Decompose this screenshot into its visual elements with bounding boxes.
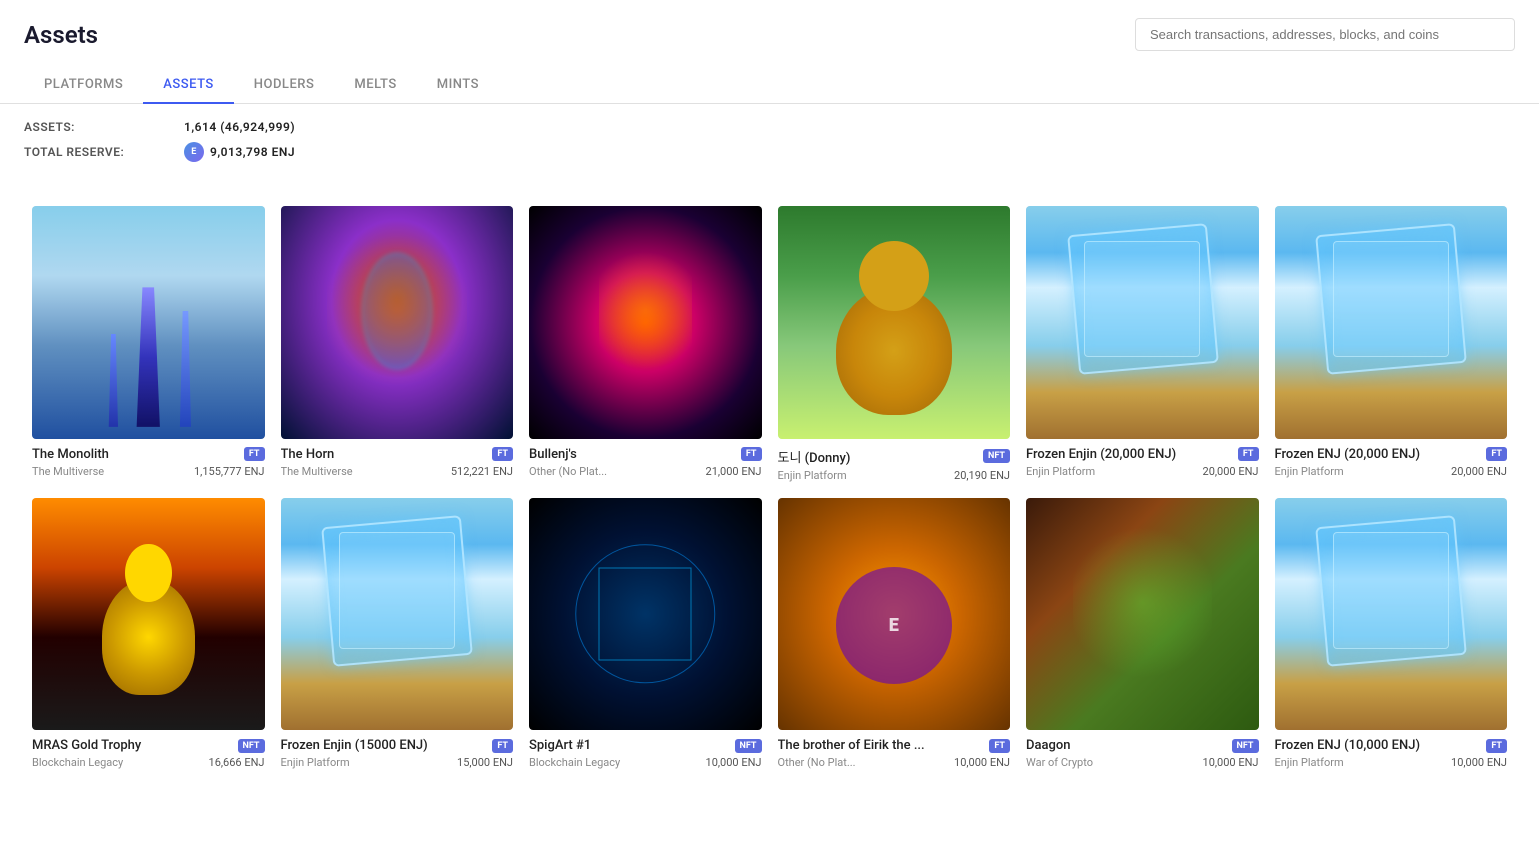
asset-card-frozen10k[interactable]: Frozen ENJ (10,000 ENJ) FT Enjin Platfor… (1267, 490, 1516, 778)
card-name-frozen15k: Frozen Enjin (15000 ENJ) (281, 738, 489, 753)
card-enj-frozen20k-2: 20,000 ENJ (1451, 465, 1507, 478)
asset-grid: The Monolith FT The Multiverse 1,155,777… (0, 178, 1539, 797)
card-image-frozen20k-1 (1026, 206, 1259, 439)
card-platform-frozen20k-1: Enjin Platform (1026, 465, 1203, 478)
card-enj-bullenj: 21,000 ENJ (706, 465, 762, 478)
card-platform-bullenj: Other (No Plat... (529, 465, 706, 478)
asset-card-frozen15k[interactable]: Frozen Enjin (15000 ENJ) FT Enjin Platfo… (273, 490, 522, 778)
card-image-mras (32, 498, 265, 731)
card-name-spigart: SpigArt #1 (529, 738, 731, 753)
card-enj-spigart: 10,000 ENJ (706, 756, 762, 769)
card-name-frozen20k-1: Frozen Enjin (20,000 ENJ) (1026, 447, 1234, 462)
card-platform-brother: Other (No Plat... (778, 756, 955, 769)
card-badge-frozen10k: FT (1486, 739, 1507, 753)
card-enj-brother: 10,000 ENJ (954, 756, 1010, 769)
asset-card-bullenj[interactable]: Bullenj's FT Other (No Plat... 21,000 EN… (521, 198, 770, 490)
assets-label: ASSETS: (24, 120, 184, 134)
card-image-frozen20k-2 (1275, 206, 1508, 439)
card-badge-frozen20k-2: FT (1486, 447, 1507, 461)
card-badge-brother: FT (989, 739, 1010, 753)
asset-card-spigart[interactable]: SpigArt #1 NFT Blockchain Legacy 10,000 … (521, 490, 770, 778)
card-badge-daagon: NFT (1232, 739, 1259, 753)
assets-stat: ASSETS: 1,614 (46,924,999) (24, 120, 1515, 134)
card-platform-monolith: The Multiverse (32, 465, 194, 478)
card-image-frozen10k (1275, 498, 1508, 731)
card-platform-frozen20k-2: Enjin Platform (1275, 465, 1452, 478)
card-name-frozen10k: Frozen ENJ (10,000 ENJ) (1275, 738, 1483, 753)
card-name-daagon: Daagon (1026, 738, 1228, 753)
card-enj-donny: 20,190 ENJ (954, 469, 1010, 482)
card-badge-donny: NFT (983, 449, 1010, 463)
card-image-monolith (32, 206, 265, 439)
tab-platforms[interactable]: PLATFORMS (24, 67, 143, 104)
card-platform-donny: Enjin Platform (778, 469, 955, 482)
enj-icon: E (184, 142, 204, 162)
stats-section: ASSETS: 1,614 (46,924,999) TOTAL RESERVE… (0, 104, 1539, 178)
asset-card-daagon[interactable]: Daagon NFT War of Crypto 10,000 ENJ (1018, 490, 1267, 778)
card-image-daagon (1026, 498, 1259, 731)
tab-assets[interactable]: ASSETS (143, 67, 234, 104)
card-enj-horn: 512,221 ENJ (451, 465, 513, 478)
asset-card-horn[interactable]: The Horn FT The Multiverse 512,221 ENJ (273, 198, 522, 490)
card-platform-spigart: Blockchain Legacy (529, 756, 706, 769)
card-enj-frozen15k: 15,000 ENJ (457, 756, 513, 769)
card-enj-mras: 16,666 ENJ (209, 756, 265, 769)
tab-bar: PLATFORMS ASSETS HODLERS MELTS MINTS (0, 67, 1539, 104)
card-platform-frozen10k: Enjin Platform (1275, 756, 1452, 769)
card-badge-monolith: FT (244, 447, 265, 461)
page-title: Assets (24, 21, 98, 49)
card-platform-mras: Blockchain Legacy (32, 756, 209, 769)
tab-hodlers[interactable]: HODLERS (234, 67, 335, 104)
card-image-donny (778, 206, 1011, 439)
card-platform-horn: The Multiverse (281, 465, 451, 478)
card-badge-horn: FT (492, 447, 513, 461)
card-name-monolith: The Monolith (32, 447, 240, 462)
asset-card-mras[interactable]: MRAS Gold Trophy NFT Blockchain Legacy 1… (24, 490, 273, 778)
asset-card-donny[interactable]: 도니 (Donny) NFT Enjin Platform 20,190 ENJ (770, 198, 1019, 490)
search-input[interactable] (1135, 18, 1515, 51)
card-badge-bullenj: FT (741, 447, 762, 461)
asset-card-brother[interactable]: E The brother of Eirik the ... FT Other … (770, 490, 1019, 778)
reserve-label: TOTAL RESERVE: (24, 145, 184, 159)
reserve-stat: TOTAL RESERVE: E 9,013,798 ENJ (24, 142, 1515, 162)
card-name-frozen20k-2: Frozen ENJ (20,000 ENJ) (1275, 447, 1483, 462)
card-enj-frozen10k: 10,000 ENJ (1451, 756, 1507, 769)
card-badge-spigart: NFT (735, 739, 762, 753)
card-enj-daagon: 10,000 ENJ (1203, 756, 1259, 769)
asset-card-frozen20k-2[interactable]: Frozen ENJ (20,000 ENJ) FT Enjin Platfor… (1267, 198, 1516, 490)
asset-card-monolith[interactable]: The Monolith FT The Multiverse 1,155,777… (24, 198, 273, 490)
card-name-donny: 도니 (Donny) (778, 447, 980, 466)
card-image-horn (281, 206, 514, 439)
assets-value: 1,614 (46,924,999) (184, 120, 295, 134)
card-name-brother: The brother of Eirik the ... (778, 738, 986, 753)
reserve-value: E 9,013,798 ENJ (184, 142, 295, 162)
card-image-spigart (529, 498, 762, 731)
card-badge-frozen15k: FT (492, 739, 513, 753)
tab-melts[interactable]: MELTS (334, 67, 416, 104)
card-image-bullenj (529, 206, 762, 439)
card-platform-daagon: War of Crypto (1026, 756, 1203, 769)
card-name-mras: MRAS Gold Trophy (32, 738, 234, 753)
asset-card-frozen20k-1[interactable]: Frozen Enjin (20,000 ENJ) FT Enjin Platf… (1018, 198, 1267, 490)
card-badge-mras: NFT (238, 739, 265, 753)
card-name-bullenj: Bullenj's (529, 447, 737, 462)
card-badge-frozen20k-1: FT (1238, 447, 1259, 461)
card-enj-frozen20k-1: 20,000 ENJ (1203, 465, 1259, 478)
card-image-frozen15k (281, 498, 514, 731)
card-image-brother: E (778, 498, 1011, 731)
card-name-horn: The Horn (281, 447, 489, 462)
card-enj-monolith: 1,155,777 ENJ (194, 465, 265, 478)
tab-mints[interactable]: MINTS (417, 67, 499, 104)
reserve-amount: 9,013,798 ENJ (210, 145, 295, 159)
card-platform-frozen15k: Enjin Platform (281, 756, 458, 769)
